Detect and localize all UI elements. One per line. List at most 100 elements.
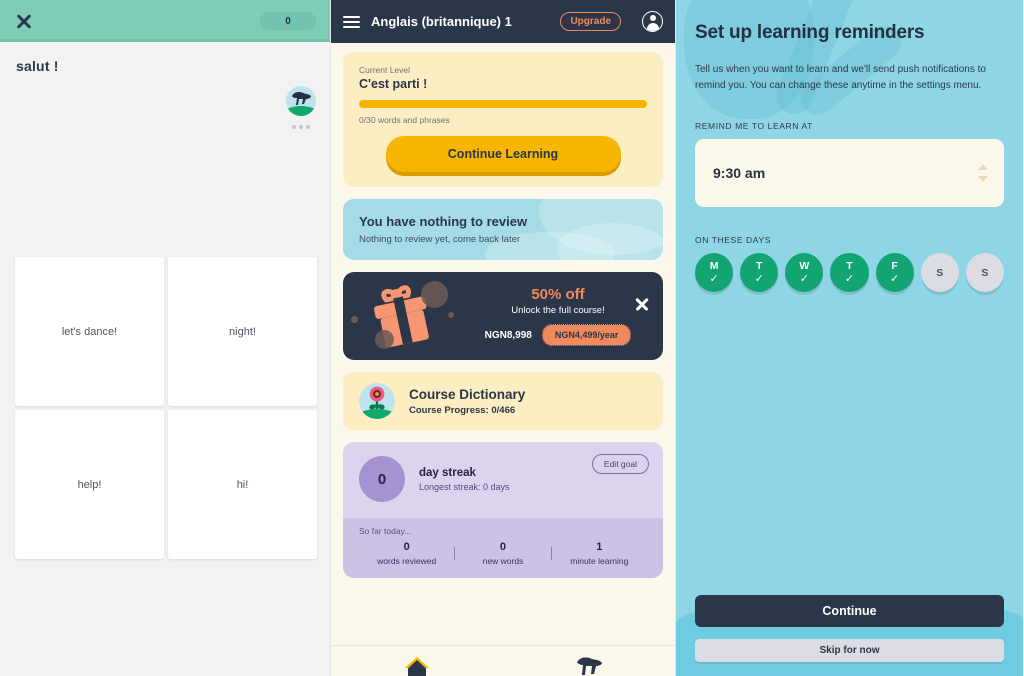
dashboard-panel: Anglais (britannique) 1 Upgrade Current … xyxy=(331,0,676,676)
stats-row: 0 words reviewed 0 new words 1 minute le… xyxy=(359,541,647,566)
upgrade-button[interactable]: Upgrade xyxy=(560,12,621,31)
stat-value: 0 xyxy=(499,541,507,553)
level-progress-bar xyxy=(359,100,647,108)
edit-goal-button[interactable]: Edit goal xyxy=(591,454,649,474)
day-toggle-2[interactable]: W ✓ xyxy=(785,253,824,292)
app-screen: 0 salut ! let's dance! night! help! hi! … xyxy=(0,0,1024,676)
promo-subtitle: Unlock the full course! xyxy=(511,305,605,316)
answer-card-grid: let's dance! night! help! hi! xyxy=(15,257,317,559)
home-icon xyxy=(405,657,429,676)
days-section-label: ON THESE DAYS xyxy=(695,235,771,245)
dictionary-title: Course Dictionary xyxy=(409,386,526,402)
so-far-today-label: So far today... xyxy=(359,526,412,536)
nav-item-bear[interactable] xyxy=(559,656,619,676)
continue-button[interactable]: Continue xyxy=(695,595,1004,627)
promo-old-price: NGN8,998 xyxy=(484,329,532,341)
streak-top: 0 day streak Longest streak: 0 days Edit… xyxy=(343,442,663,518)
review-subtitle: Nothing to review yet, come back later xyxy=(359,234,521,245)
day-toggle-1[interactable]: T ✓ xyxy=(740,253,779,292)
promo-text-block: 50% off Unlock the full course! NGN8,998… xyxy=(461,286,663,346)
hamburger-menu-icon[interactable] xyxy=(343,13,360,31)
check-icon: ✓ xyxy=(754,273,764,285)
day-letter: S xyxy=(936,266,944,279)
reminders-footer: Continue Skip for now xyxy=(695,595,1004,662)
bear-silhouette-icon xyxy=(292,92,311,105)
chevron-down-icon[interactable] xyxy=(978,176,988,182)
promo-discount: 50% off xyxy=(531,286,585,303)
review-title: You have nothing to review xyxy=(359,214,528,229)
time-picker[interactable]: 9:30 am xyxy=(695,139,1004,207)
day-toggle-6[interactable]: S xyxy=(965,253,1004,292)
level-progress-fill xyxy=(359,100,647,108)
time-section-label: REMIND ME TO LEARN AT xyxy=(695,121,813,131)
typing-dots xyxy=(286,125,316,129)
promo-banner: 50% off Unlock the full course! NGN8,998… xyxy=(343,272,663,360)
quiz-prompt-text: salut ! xyxy=(16,58,59,74)
answer-card[interactable]: help! xyxy=(15,410,164,559)
promo-prices: NGN8,998 NGN4,499/year xyxy=(461,324,655,346)
course-dictionary-card[interactable]: Course Dictionary Course Progress: 0/466 xyxy=(343,372,663,430)
review-status-card[interactable]: You have nothing to review Nothing to re… xyxy=(343,199,663,260)
decorative-dot xyxy=(375,330,394,349)
score-badge: 0 xyxy=(260,12,316,30)
check-icon: ✓ xyxy=(799,273,809,285)
reminders-content: Set up learning reminders Tell us when y… xyxy=(676,0,1023,292)
day-selector: M ✓ T ✓ W ✓ T ✓ F ✓ S S xyxy=(695,253,1004,292)
decorative-dot xyxy=(448,312,454,318)
bottom-navigation xyxy=(331,645,675,676)
bear-icon xyxy=(577,657,602,675)
day-letter: T xyxy=(756,260,763,272)
avatar-ground xyxy=(286,106,316,116)
chevron-up-icon[interactable] xyxy=(978,164,988,170)
answer-card[interactable]: night! xyxy=(168,257,317,406)
streak-card: 0 day streak Longest streak: 0 days Edit… xyxy=(343,442,663,578)
current-level-kicker: Current Level xyxy=(359,65,411,75)
decorative-dot xyxy=(351,316,358,323)
flower-ground xyxy=(359,409,395,419)
day-letter: M xyxy=(709,260,719,272)
course-title: Anglais (britannique) 1 xyxy=(371,14,512,29)
time-value: 9:30 am xyxy=(713,165,766,181)
quiz-body: salut ! let's dance! night! help! hi! xyxy=(0,42,330,676)
stat-item: 0 new words xyxy=(455,541,550,566)
reminders-panel: Set up learning reminders Tell us when y… xyxy=(676,0,1023,676)
stat-value: 0 xyxy=(403,541,410,553)
day-toggle-3[interactable]: T ✓ xyxy=(830,253,869,292)
current-level-card: Current Level C'est parti ! 0/30 words a… xyxy=(343,52,663,187)
stat-caption: words reviewed xyxy=(377,556,437,566)
dashboard-content: Current Level C'est parti ! 0/30 words a… xyxy=(331,43,675,578)
streak-longest: Longest streak: 0 days xyxy=(419,481,510,492)
dictionary-progress: Course Progress: 0/466 xyxy=(409,404,516,416)
streak-stats: So far today... 0 words reviewed 0 new w… xyxy=(343,518,663,578)
stat-caption: minute learning xyxy=(570,556,629,566)
quiz-header: 0 xyxy=(0,0,330,42)
check-icon: ✓ xyxy=(844,273,855,285)
page-description: Tell us when you want to learn and we'll… xyxy=(695,64,986,91)
quiz-prompt-area: salut ! xyxy=(0,42,330,242)
answer-card[interactable]: hi! xyxy=(168,410,317,559)
streak-text-block: day streak Longest streak: 0 days xyxy=(419,467,510,492)
close-icon[interactable] xyxy=(14,11,34,31)
page-title: Set up learning reminders xyxy=(695,22,925,43)
avatar-block xyxy=(286,86,316,129)
day-toggle-0[interactable]: M ✓ xyxy=(695,253,734,292)
level-progress-label: 0/30 words and phrases xyxy=(359,115,450,125)
day-letter: S xyxy=(981,266,989,279)
continue-learning-button[interactable]: Continue Learning xyxy=(385,136,621,172)
time-stepper[interactable] xyxy=(978,164,988,182)
answer-card[interactable]: let's dance! xyxy=(15,257,164,406)
dashboard-header: Anglais (britannique) 1 Upgrade xyxy=(331,0,675,43)
decorative-dot xyxy=(421,281,448,308)
skip-for-now-button[interactable]: Skip for now xyxy=(695,639,1004,662)
quiz-panel: 0 salut ! let's dance! night! help! hi! xyxy=(0,0,331,676)
stat-caption: new words xyxy=(482,556,524,566)
flower-icon xyxy=(359,383,395,419)
day-toggle-4[interactable]: F ✓ xyxy=(875,253,914,292)
nav-item-home[interactable] xyxy=(387,656,447,676)
streak-label: day streak xyxy=(419,466,476,479)
profile-avatar-icon[interactable] xyxy=(642,11,663,32)
day-toggle-5[interactable]: S xyxy=(920,253,959,292)
day-letter: W xyxy=(799,260,810,272)
stat-item: 1 minute learning xyxy=(552,541,647,566)
promo-new-price-button[interactable]: NGN4,499/year xyxy=(541,324,632,346)
